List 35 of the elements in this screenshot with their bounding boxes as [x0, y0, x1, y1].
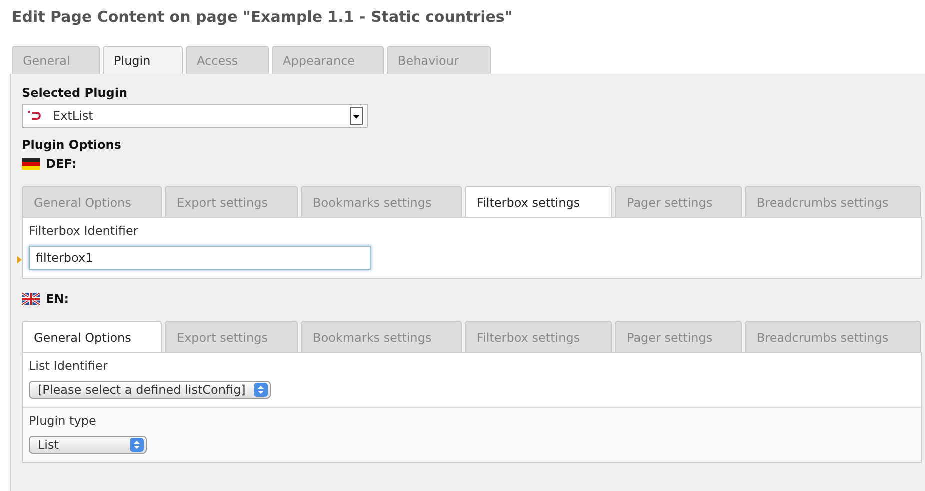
flag-icon: [22, 293, 40, 305]
tab[interactable]: General: [12, 46, 100, 74]
tab[interactable]: Bookmarks settings: [301, 321, 462, 352]
tab[interactable]: Pager settings: [615, 186, 742, 217]
tab[interactable]: Breadcrumbs settings: [745, 321, 921, 352]
tab[interactable]: Filterbox settings: [465, 186, 612, 217]
section-label: Plugin Options: [22, 138, 122, 152]
plugin-icon: [27, 110, 41, 122]
tab[interactable]: General Options: [22, 186, 162, 217]
tab[interactable]: Pager settings: [615, 321, 742, 352]
select-field[interactable]: [Please select a defined listConfig]: [29, 381, 271, 399]
select-field[interactable]: List: [29, 436, 147, 454]
language-label: EN:: [46, 292, 70, 306]
tab[interactable]: Filterbox settings: [465, 321, 612, 352]
tab[interactable]: Export settings: [165, 186, 298, 217]
tab[interactable]: Access: [186, 46, 269, 74]
tab[interactable]: Bookmarks settings: [301, 186, 462, 217]
flag-icon: [22, 158, 40, 170]
section-label: Selected Plugin: [22, 86, 128, 100]
tab[interactable]: General Options: [22, 321, 162, 352]
language-label: DEF:: [46, 157, 76, 171]
tab[interactable]: Plugin: [103, 46, 183, 74]
stepper-icon: [254, 383, 268, 397]
tab[interactable]: Appearance: [272, 46, 384, 74]
stepper-icon: [130, 438, 144, 452]
field-label: Filterbox Identifier: [29, 224, 140, 238]
field-label: List Identifier: [29, 359, 109, 373]
input-field[interactable]: filterbox1: [29, 246, 371, 270]
field-label: Plugin type: [29, 414, 98, 428]
plugin-select[interactable]: ExtList: [22, 104, 368, 128]
tab[interactable]: Breadcrumbs settings: [745, 186, 921, 217]
page-title: Edit Page Content on page "Example 1.1 - Static countries": [11, 8, 514, 28]
select-value: ExtList: [53, 109, 94, 123]
tab[interactable]: Export settings: [165, 321, 298, 352]
tab[interactable]: Behaviour: [387, 46, 491, 74]
